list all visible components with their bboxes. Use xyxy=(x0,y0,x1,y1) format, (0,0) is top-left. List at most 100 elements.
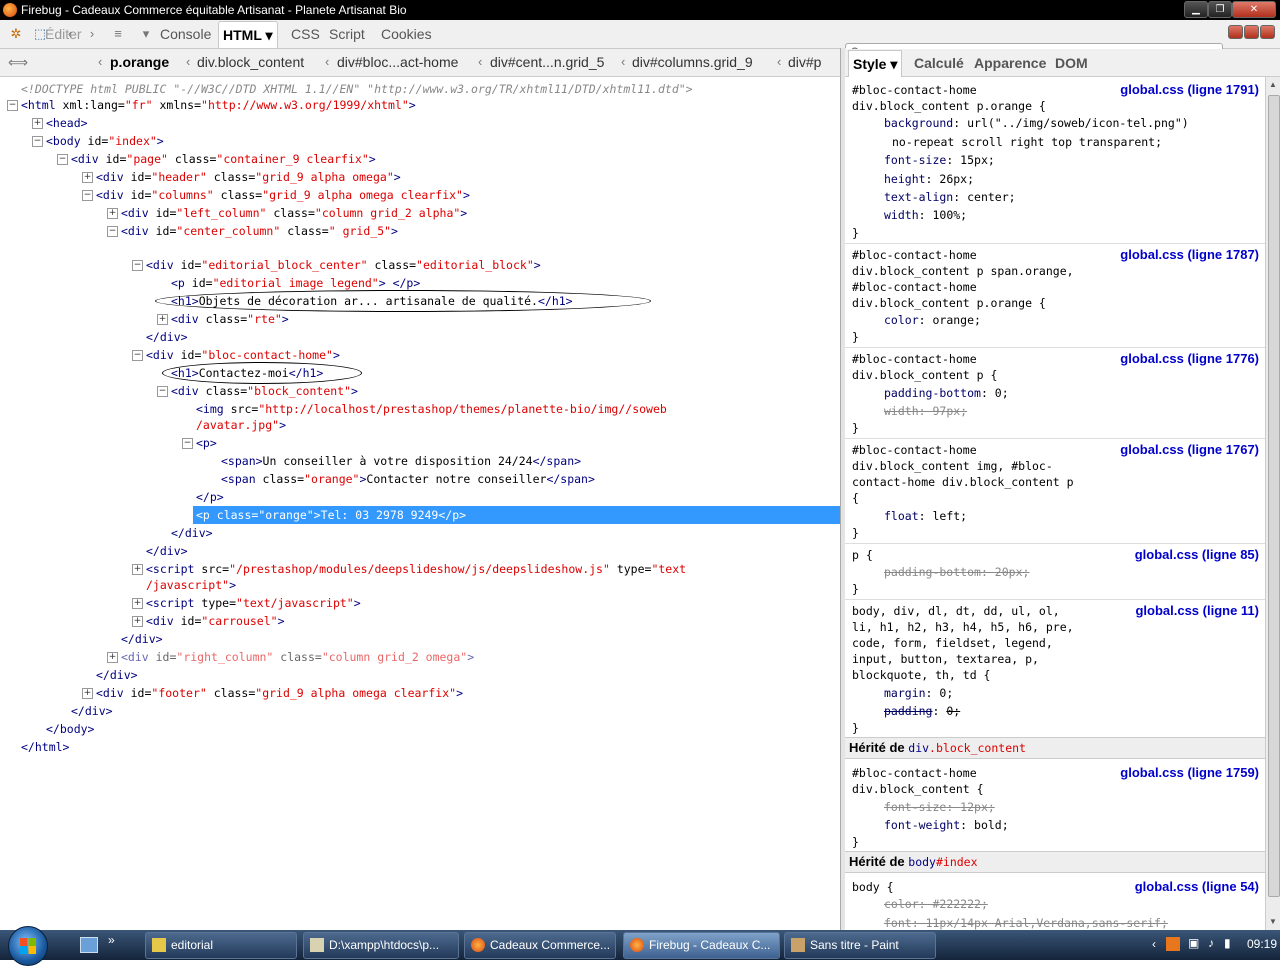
expand-icon[interactable]: ⟺ xyxy=(8,54,28,71)
tree-node[interactable]: </body> xyxy=(46,720,94,738)
tree-node[interactable]: <body id="index"> xyxy=(46,132,164,150)
css-property[interactable]: margin: 0; xyxy=(884,685,953,701)
clock[interactable]: 09:19 xyxy=(1247,937,1277,951)
breadcrumb-item[interactable]: div#p xyxy=(788,54,821,70)
tree-node[interactable]: <html xml:lang="fr" xmlns="http://www.w3… xyxy=(21,96,416,114)
collapse-toggle[interactable]: − xyxy=(157,386,168,397)
firebug-minimize-button[interactable] xyxy=(1228,25,1243,39)
css-source-link[interactable]: global.css (ligne 11) xyxy=(1135,603,1259,618)
tree-node[interactable]: <head> xyxy=(46,114,88,132)
taskbar-item-editor[interactable]: D:\xampp\htdocs\p... xyxy=(303,932,459,959)
expand-toggle[interactable]: + xyxy=(107,208,118,219)
taskbar-item-editorial[interactable]: editorial xyxy=(145,932,297,959)
css-property[interactable]: width: 100%; xyxy=(884,207,967,223)
tree-node[interactable]: <div id="editorial_block_center" class="… xyxy=(146,256,541,274)
tree-node[interactable]: <p> xyxy=(196,434,217,452)
tab-cookies[interactable]: Cookies xyxy=(381,26,432,42)
breadcrumb-item[interactable]: div#cent...n.grid_5 xyxy=(490,54,604,70)
css-source-link[interactable]: global.css (ligne 1776) xyxy=(1120,351,1259,366)
collapse-toggle[interactable]: − xyxy=(82,190,93,201)
tree-node[interactable]: </p> xyxy=(196,488,224,506)
firebug-detach-button[interactable] xyxy=(1244,25,1259,39)
css-property[interactable]: color: orange; xyxy=(884,312,981,328)
tree-node[interactable]: <script type="text/javascript"> xyxy=(146,594,361,612)
expand-toggle[interactable]: + xyxy=(82,172,93,183)
power-icon[interactable]: ▮ xyxy=(1224,936,1231,950)
css-property-overridden[interactable]: font: 11px/14px Arial,Verdana,sans-serif… xyxy=(884,915,1168,930)
tree-node[interactable]: </div> xyxy=(146,542,188,560)
show-desktop-icon[interactable] xyxy=(80,937,98,953)
forward-icon[interactable]: › xyxy=(84,26,100,42)
tree-node[interactable]: </html> xyxy=(21,738,69,756)
tree-node[interactable]: <span class="orange">Contacter notre con… xyxy=(221,470,595,488)
tree-node[interactable]: </div> xyxy=(146,328,188,346)
tab-script[interactable]: Script xyxy=(329,26,365,42)
css-source-link[interactable]: global.css (ligne 1767) xyxy=(1120,442,1259,457)
breadcrumb-item[interactable]: div#columns.grid_9 xyxy=(632,54,753,70)
tab-html[interactable]: HTML ▾ xyxy=(218,21,278,48)
tree-node[interactable]: <div id="page" class="container_9 clearf… xyxy=(71,150,376,168)
tree-node[interactable]: <div id="right_column" class="column gri… xyxy=(121,648,474,666)
start-button[interactable] xyxy=(8,926,48,966)
tree-node[interactable]: </div> xyxy=(171,524,213,542)
tree-node[interactable]: <div id="center_column" class=" grid_5"> xyxy=(121,222,398,240)
tree-node[interactable]: <div id="carrousel"> xyxy=(146,612,285,630)
tab-style[interactable]: Style ▾ xyxy=(848,50,903,77)
taskbar-item-firefox[interactable]: Cadeaux Commerce... xyxy=(464,932,616,959)
tab-dom[interactable]: DOM xyxy=(1055,55,1088,71)
tab-console[interactable]: Console xyxy=(160,26,211,42)
scroll-down-icon[interactable]: ▼ xyxy=(1269,917,1277,926)
collapse-toggle[interactable]: − xyxy=(132,260,143,271)
expand-toggle[interactable]: + xyxy=(132,616,143,627)
css-property[interactable]: font-weight: bold; xyxy=(884,817,1009,833)
tree-node-selected[interactable]: <p class="orange">Tel: 03 2978 9249</p> xyxy=(193,506,840,524)
xampp-icon[interactable] xyxy=(1166,937,1180,951)
firebug-menu-icon[interactable]: ✲ xyxy=(8,26,24,42)
css-property-overridden[interactable]: width: 97px; xyxy=(884,403,967,419)
css-property[interactable]: font-size: 15px; xyxy=(884,152,995,168)
tab-css[interactable]: CSS xyxy=(291,26,320,42)
maximize-button[interactable]: ❐ xyxy=(1208,1,1232,18)
tree-node[interactable]: <div class="rte"> xyxy=(171,310,289,328)
css-property-overridden[interactable]: font-size: 12px; xyxy=(884,799,995,815)
expand-toggle[interactable]: + xyxy=(132,564,143,575)
css-property-overridden[interactable]: color: #222222; xyxy=(884,896,988,912)
css-property-overridden[interactable]: padding-bottom: 20px; xyxy=(884,564,1029,580)
expand-toggle[interactable]: + xyxy=(132,598,143,609)
collapse-toggle[interactable]: − xyxy=(182,438,193,449)
tree-node[interactable]: <div class="block_content"> xyxy=(171,382,358,400)
css-property[interactable]: padding: 0; xyxy=(884,703,960,719)
expand-toggle[interactable]: + xyxy=(157,314,168,325)
tab-layout[interactable]: Apparence xyxy=(974,55,1046,71)
css-property[interactable]: float: left; xyxy=(884,508,967,524)
css-source-link[interactable]: global.css (ligne 1787) xyxy=(1120,247,1259,262)
list-icon[interactable]: ≡ xyxy=(110,26,126,42)
collapse-toggle[interactable]: − xyxy=(107,226,118,237)
firebug-close-button[interactable] xyxy=(1260,25,1275,39)
tree-node[interactable]: <span>Un conseiller à votre disposition … xyxy=(221,452,581,470)
expand-toggle[interactable]: + xyxy=(107,652,118,663)
style-pane-scrollbar[interactable]: ▲ ▼ xyxy=(1265,77,1280,930)
scroll-up-icon[interactable]: ▲ xyxy=(1269,80,1277,89)
css-property[interactable]: height: 26px; xyxy=(884,171,974,187)
network-icon[interactable]: ▣ xyxy=(1188,936,1199,950)
css-property[interactable]: text-align: center; xyxy=(884,189,1016,205)
expand-toggle[interactable]: + xyxy=(32,118,43,129)
collapse-toggle[interactable]: − xyxy=(57,154,68,165)
quicklaunch-more-icon[interactable]: » xyxy=(108,933,115,947)
breadcrumb-item[interactable]: div#bloc...act-home xyxy=(337,54,458,70)
breadcrumb-item[interactable]: p.orange xyxy=(110,54,169,70)
collapse-toggle[interactable]: − xyxy=(32,136,43,147)
expand-toggle[interactable]: + xyxy=(82,688,93,699)
collapse-toggle[interactable]: − xyxy=(132,350,143,361)
collapse-toggle[interactable]: − xyxy=(7,100,18,111)
dropdown-icon[interactable]: ▾ xyxy=(138,26,154,42)
back-icon[interactable]: ‹ xyxy=(62,26,78,42)
css-source-link[interactable]: global.css (ligne 1759) xyxy=(1120,765,1259,780)
tree-node[interactable]: </div> xyxy=(121,630,163,648)
minimize-button[interactable]: ▁ xyxy=(1184,1,1208,18)
tree-node[interactable]: <div id="footer" class="grid_9 alpha ome… xyxy=(96,684,463,702)
tree-node[interactable]: <div id="header" class="grid_9 alpha ome… xyxy=(96,168,401,186)
css-source-link[interactable]: global.css (ligne 54) xyxy=(1135,879,1259,894)
tree-node[interactable]: <div id="columns" class="grid_9 alpha om… xyxy=(96,186,470,204)
